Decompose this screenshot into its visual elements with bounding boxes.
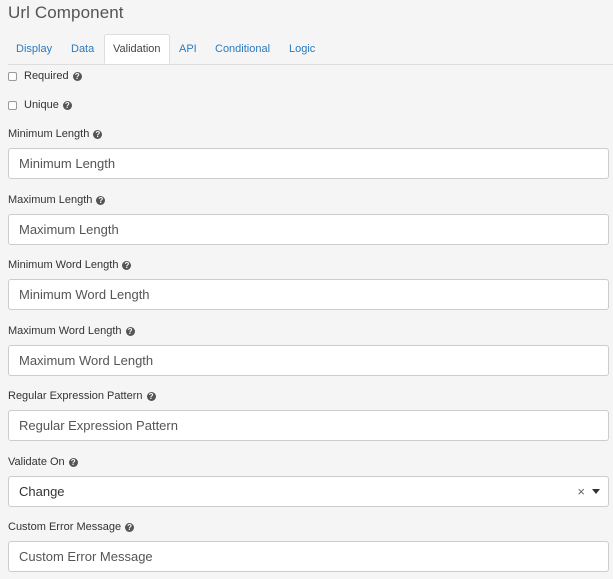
validate-on-label-text: Validate On [8, 456, 65, 468]
question-icon: ? [62, 100, 72, 110]
question-icon: ? [125, 522, 135, 532]
unique-option: Unique ? [8, 98, 72, 112]
question-icon: ? [93, 129, 103, 139]
min-word-length-label-text: Minimum Word Length [8, 259, 119, 271]
unique-label: Unique [24, 99, 59, 111]
regex-input[interactable] [8, 410, 609, 441]
tab-logic[interactable]: Logic [281, 35, 323, 63]
max-length-label: Maximum Length? [8, 193, 106, 207]
validate-on-select[interactable]: Change × [8, 476, 609, 507]
custom-error-label-text: Custom Error Message [8, 521, 122, 533]
min-length-input[interactable] [8, 148, 609, 179]
validate-on-value: Change [19, 484, 65, 499]
required-option: Required ? [8, 69, 82, 83]
max-length-input[interactable] [8, 214, 609, 245]
max-word-length-label-text: Maximum Word Length [8, 325, 122, 337]
min-length-label: Minimum Length? [8, 127, 103, 141]
question-icon: ? [96, 195, 106, 205]
question-icon: ? [146, 391, 156, 401]
clear-icon[interactable]: × [577, 477, 585, 506]
max-word-length-input[interactable] [8, 345, 609, 376]
min-word-length-label: Minimum Word Length? [8, 258, 132, 272]
question-icon: ? [68, 457, 78, 467]
required-checkbox[interactable] [8, 71, 17, 81]
regex-label-text: Regular Expression Pattern [8, 390, 143, 402]
min-length-label-text: Minimum Length [8, 128, 90, 140]
tab-conditional[interactable]: Conditional [207, 35, 278, 63]
max-length-label-text: Maximum Length [8, 194, 93, 206]
tab-validation[interactable]: Validation [104, 34, 170, 64]
max-word-length-label: Maximum Word Length? [8, 324, 135, 338]
question-icon: ? [72, 71, 82, 81]
custom-error-label: Custom Error Message? [8, 520, 135, 534]
component-title: Url Component [8, 3, 124, 22]
custom-error-input[interactable] [8, 541, 609, 572]
unique-checkbox[interactable] [8, 100, 17, 110]
required-label: Required [24, 70, 69, 82]
regex-label: Regular Expression Pattern? [8, 389, 156, 403]
chevron-down-icon[interactable] [592, 489, 600, 494]
tab-data[interactable]: Data [63, 35, 102, 63]
question-icon: ? [125, 326, 135, 336]
tab-bar: Display Data Validation API Conditional … [8, 34, 613, 65]
tab-api[interactable]: API [171, 35, 205, 63]
validate-on-label: Validate On? [8, 455, 78, 469]
min-word-length-input[interactable] [8, 279, 609, 310]
question-icon: ? [122, 260, 132, 270]
tab-display[interactable]: Display [8, 35, 60, 63]
